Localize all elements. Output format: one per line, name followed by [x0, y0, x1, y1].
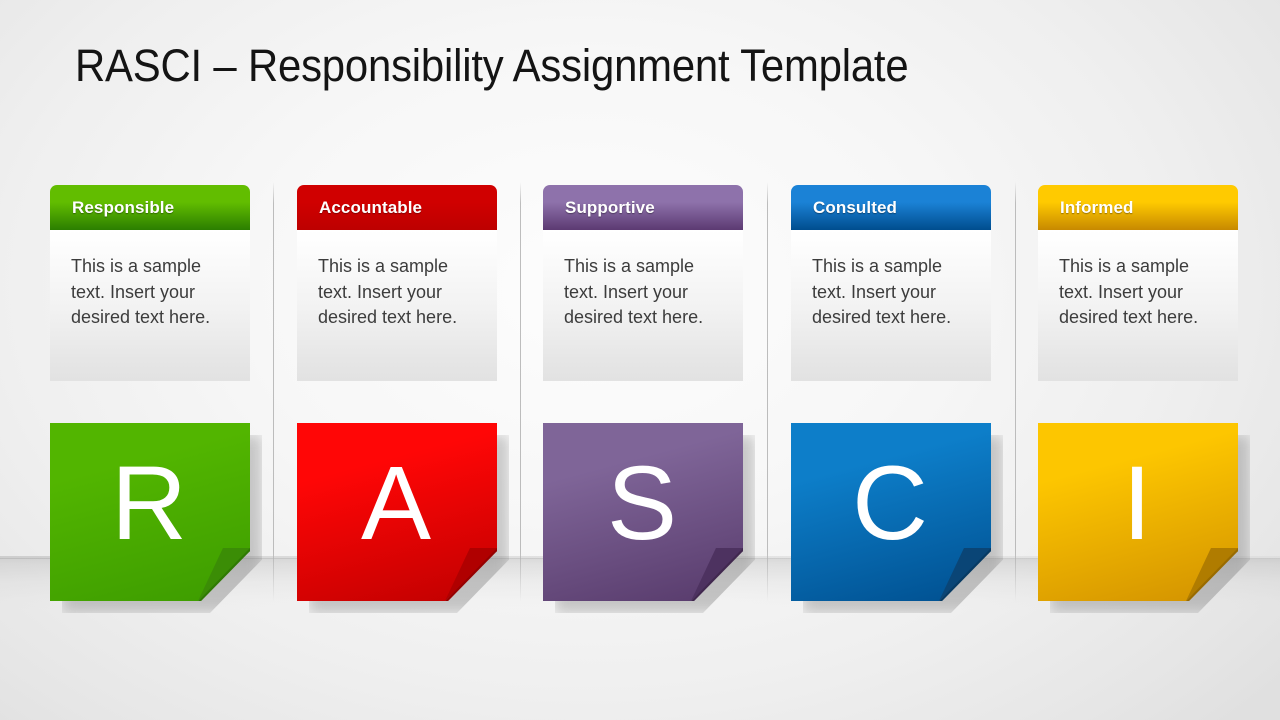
card-header-accountable[interactable]: Accountable: [297, 185, 497, 230]
column-separator-4: [1015, 182, 1016, 602]
card-body-supportive[interactable]: This is a sample text. Insert your desir…: [543, 230, 743, 381]
card-header-supportive[interactable]: Supportive: [543, 185, 743, 230]
slide-canvas: RASCI – Responsibility Assignment Templa…: [0, 0, 1280, 720]
letter-tile-accountable[interactable]: A: [297, 423, 509, 613]
page-title: RASCI – Responsibility Assignment Templa…: [75, 40, 909, 91]
card-header-consulted[interactable]: Consulted: [791, 185, 991, 230]
column-separator-1: [273, 182, 274, 602]
letter-tile-consulted[interactable]: C: [791, 423, 1003, 613]
card-body-consulted[interactable]: This is a sample text. Insert your desir…: [791, 230, 991, 381]
card-body-accountable[interactable]: This is a sample text. Insert your desir…: [297, 230, 497, 381]
rasci-column-responsible: Responsible This is a sample text. Insert…: [50, 185, 250, 381]
rasci-column-informed: Informed This is a sample text. Insert yo…: [1038, 185, 1238, 381]
column-separator-2: [520, 182, 521, 602]
column-separator-3: [767, 182, 768, 602]
card-header-responsible[interactable]: Responsible: [50, 185, 250, 230]
card-header-informed[interactable]: Informed: [1038, 185, 1238, 230]
rasci-column-accountable: Accountable This is a sample text. Insert…: [297, 185, 497, 381]
letter-tile-supportive[interactable]: S: [543, 423, 755, 613]
card-body-responsible[interactable]: This is a sample text. Insert your desir…: [50, 230, 250, 381]
letter-tile-responsible[interactable]: R: [50, 423, 262, 613]
letter-tile-informed[interactable]: I: [1038, 423, 1250, 613]
card-body-informed[interactable]: This is a sample text. Insert your desir…: [1038, 230, 1238, 381]
rasci-column-consulted: Consulted This is a sample text. Insert y…: [791, 185, 991, 381]
rasci-column-supportive: Supportive This is a sample text. Insert …: [543, 185, 743, 381]
